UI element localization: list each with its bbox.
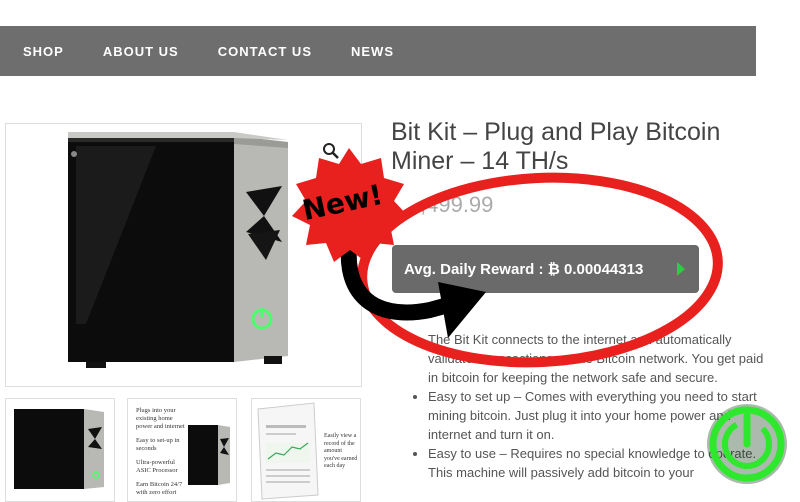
thumb-feature-text: Easily view a record of the amount you'v… (324, 433, 358, 469)
product-main-image[interactable] (5, 123, 362, 387)
thumbnail-3[interactable]: Easily view a record of the amount you'v… (251, 398, 361, 502)
product-price: ,499.99 (420, 192, 494, 217)
thumb-feature-text: Plugs into your existing home power and … (136, 407, 185, 430)
thumbnail-miner-image (188, 425, 230, 485)
feature-list: The Bit Kit connects to the internet and… (410, 330, 768, 482)
thumbnail-2[interactable]: Plugs into your existing home power and … (127, 398, 237, 502)
miner-illustration (68, 132, 288, 368)
main-nav: SHOP ABOUT US CONTACT US NEWS (0, 26, 756, 76)
play-arrow-icon (677, 262, 685, 276)
thumb-feature-text: Easy to set-up in seconds (136, 437, 180, 452)
thumb-feature-text: Ultra-powerful ASIC Processor (136, 459, 178, 474)
nav-contact-us[interactable]: CONTACT US (218, 44, 312, 59)
thumbnail-1[interactable] (5, 398, 115, 502)
thumbnail-miner-image (14, 409, 104, 489)
zoom-icon[interactable] (322, 142, 340, 160)
thumb-feature-text: Earn Bitcoin 24/7 with zero effort (136, 481, 183, 496)
nav-shop[interactable]: SHOP (23, 44, 64, 59)
nav-about-us[interactable]: ABOUT US (103, 44, 179, 59)
daily-reward-label: Avg. Daily Reward : ₿ 0.00044313 (404, 260, 644, 278)
daily-reward-bar[interactable]: Avg. Daily Reward : ₿ 0.00044313 (392, 245, 699, 293)
feature-item: The Bit Kit connects to the internet and… (428, 330, 768, 387)
feature-item: Easy to set up – Comes with everything y… (428, 387, 768, 444)
nav-news[interactable]: NEWS (351, 44, 394, 59)
feature-item: Easy to use – Requires no special knowle… (428, 444, 768, 482)
product-title: Bit Kit – Plug and Play Bitcoin Miner – … (391, 118, 721, 175)
